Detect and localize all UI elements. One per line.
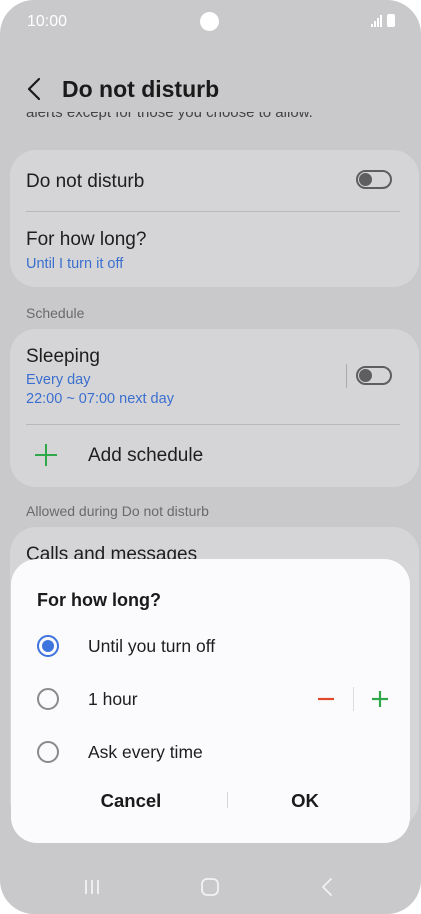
- page-title: Do not disturb: [62, 76, 220, 102]
- home-icon[interactable]: [200, 877, 220, 897]
- add-schedule-button[interactable]: Add schedule: [10, 425, 419, 487]
- option-label: Ask every time: [88, 742, 203, 762]
- recents-icon[interactable]: [83, 878, 101, 896]
- stepper-divider: [353, 687, 354, 711]
- chevron-left-icon[interactable]: [24, 76, 46, 102]
- back-icon[interactable]: [320, 877, 334, 897]
- dnd-label: Do not disturb: [26, 171, 145, 192]
- sleeping-toggle[interactable]: [356, 366, 392, 385]
- dialog-title: For how long?: [37, 590, 161, 610]
- battery-icon: [387, 14, 395, 27]
- option-label: Until you turn off: [88, 636, 216, 656]
- sleeping-days: Every day: [26, 372, 91, 388]
- duration-dialog: For how long? Until you turn off 1 hour …: [11, 559, 410, 843]
- option-1-hour[interactable]: 1 hour: [11, 672, 301, 722]
- ok-button[interactable]: OK: [245, 790, 365, 812]
- camera-cutout: [200, 12, 219, 31]
- option-until-turn-off[interactable]: Until you turn off: [11, 619, 410, 669]
- schedule-card: Sleeping Every day 22:00 ~ 07:00 next da…: [10, 329, 419, 487]
- plus-icon: [35, 444, 57, 466]
- status-time: 10:00: [27, 13, 68, 30]
- option-label: 1 hour: [88, 689, 138, 709]
- how-long-row[interactable]: For how long? Until I turn it off: [10, 212, 419, 287]
- signal-icon: [371, 15, 382, 27]
- how-long-label: For how long?: [26, 229, 147, 250]
- description-label: alerts except for those you choose to al…: [26, 112, 313, 121]
- vertical-divider: [346, 364, 347, 388]
- header: Do not disturb: [0, 66, 421, 114]
- status-icons: [371, 14, 395, 27]
- minus-icon[interactable]: [317, 690, 335, 708]
- dnd-toggle[interactable]: [356, 170, 392, 189]
- dnd-card: Do not disturb For how long? Until I tur…: [10, 150, 419, 287]
- sleeping-time: 22:00 ~ 07:00 next day: [26, 391, 174, 407]
- plus-icon[interactable]: [371, 690, 389, 708]
- radio-button[interactable]: [37, 635, 59, 657]
- schedule-header: Schedule: [26, 305, 85, 321]
- add-schedule-label: Add schedule: [88, 445, 204, 466]
- cancel-button[interactable]: Cancel: [71, 790, 191, 812]
- status-bar: 10:00: [0, 0, 421, 44]
- sleeping-label: Sleeping: [26, 346, 100, 367]
- option-ask-every-time[interactable]: Ask every time: [11, 725, 410, 775]
- navigation-bar: [0, 862, 421, 914]
- sleeping-row[interactable]: Sleeping Every day 22:00 ~ 07:00 next da…: [10, 329, 335, 424]
- description-text: alerts except for those you choose to al…: [26, 112, 396, 130]
- button-divider: [227, 792, 228, 808]
- radio-button[interactable]: [37, 741, 59, 763]
- phone-screen: 10:00 Do not disturb alerts except for t…: [0, 0, 421, 914]
- radio-button[interactable]: [37, 688, 59, 710]
- how-long-value: Until I turn it off: [26, 256, 124, 272]
- allowed-header: Allowed during Do not disturb: [26, 503, 209, 519]
